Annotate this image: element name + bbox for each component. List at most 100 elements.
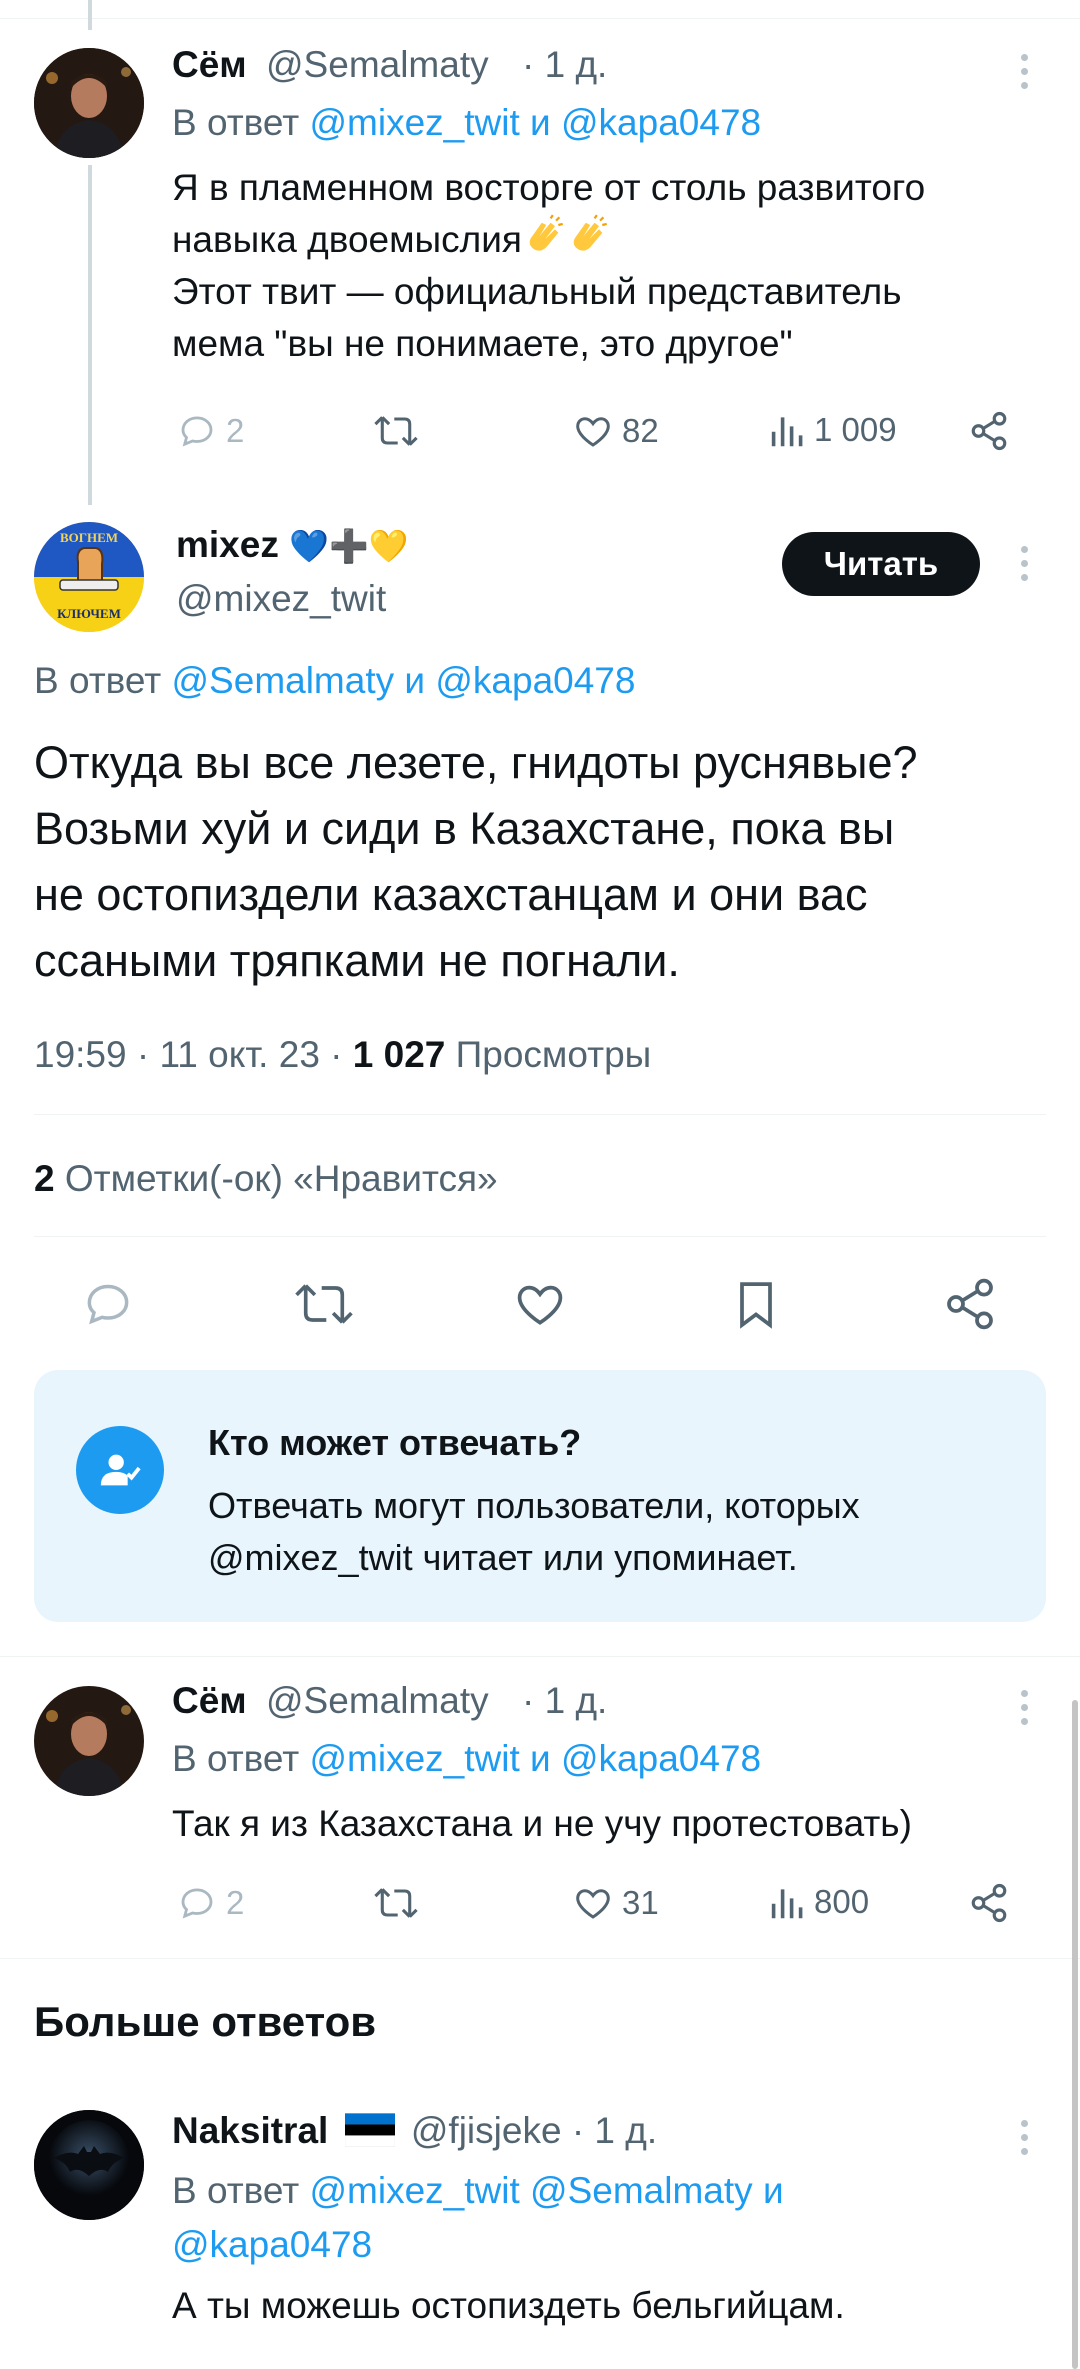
top-divider xyxy=(0,18,1080,19)
avatar[interactable] xyxy=(34,1686,144,1796)
tweet-timestamp[interactable]: 19:59 · 11 окт. 23 · xyxy=(34,1034,343,1075)
likes-count: 2 xyxy=(34,1158,55,1199)
likes-label: Отметки(-ок) «Нравится» xyxy=(64,1158,498,1199)
mention-user-icon xyxy=(76,1426,164,1514)
user-check-glyph xyxy=(100,1454,141,1486)
mention-link[interactable]: @mixez_twit xyxy=(310,2170,520,2211)
post-time: · 1 д. xyxy=(522,44,608,85)
analytics-icon xyxy=(771,1889,803,1919)
avatar-bottom-text: КЛЮЧЕМ xyxy=(57,606,121,621)
avatar-photo xyxy=(34,1686,144,1796)
retweet-button[interactable] xyxy=(372,410,420,452)
more-replies-heading: Больше ответов xyxy=(34,1998,377,2045)
mention-link[interactable]: @kapa0478 xyxy=(435,660,635,701)
divider xyxy=(34,1114,1046,1115)
author-name[interactable]: Naksitral xyxy=(172,2110,328,2151)
tweet-text-line: Откуда вы все лезете, гнидоты руснявые? xyxy=(34,737,918,788)
more-options-icon[interactable] xyxy=(1018,2120,1030,2155)
retweet-icon xyxy=(374,1888,418,1918)
more-options-icon[interactable] xyxy=(1018,546,1030,581)
avatar-top-text: ВОГНЕМ xyxy=(59,530,119,545)
author-handle[interactable]: @Semalmaty xyxy=(266,44,489,86)
post-time: · 1 д. xyxy=(571,2110,658,2151)
mention-link[interactable]: @kapa0478 xyxy=(172,2224,372,2265)
restriction-line: Отвечать могут пользователи, которых xyxy=(208,1485,860,1526)
like-button[interactable]: 31 xyxy=(572,1882,659,1924)
clap-emoji-icon xyxy=(573,214,607,251)
bookmark-icon xyxy=(740,1282,772,1329)
author-name[interactable]: mixez xyxy=(176,524,279,565)
post-text-line: мема "вы не понимаете, это другое" xyxy=(172,323,793,364)
divider xyxy=(0,1656,1080,1657)
retweet-icon xyxy=(295,1284,353,1324)
thread-line-top xyxy=(88,0,92,30)
share-button[interactable] xyxy=(968,410,1010,452)
reply-count: 2 xyxy=(226,1884,245,1921)
mention-link[interactable]: @mixez_twit xyxy=(310,1738,520,1779)
reply-icon xyxy=(87,1284,129,1325)
tweet-text-line: Возьми хуй и сиди в Казахстане, пока вы xyxy=(34,803,895,854)
tweet-text-line: не остопиздели казахстанцам и они вас xyxy=(34,869,868,920)
post-text-line: Так я из Казахстана и не учу протестоват… xyxy=(172,1803,912,1844)
reply-count: 2 xyxy=(226,412,245,449)
more-options-icon[interactable] xyxy=(1018,1690,1030,1725)
reply-prefix: В ответ xyxy=(172,2170,300,2211)
share-button[interactable] xyxy=(968,1882,1010,1924)
reply-button[interactable]: 2 xyxy=(176,410,244,452)
like-button[interactable]: 82 xyxy=(572,410,659,452)
mention-link[interactable]: @Semalmaty xyxy=(530,2170,753,2211)
retweet-button[interactable] xyxy=(372,1882,420,1924)
reply-context: В ответ @Semalmaty и @kapa0478 xyxy=(34,660,635,702)
divider xyxy=(34,1236,1046,1237)
heart-icon xyxy=(576,1889,610,1919)
thread-line xyxy=(88,165,92,505)
reply-context: В ответ @mixez_twit и @kapa0478 xyxy=(172,102,761,144)
share-icon xyxy=(971,1883,1007,1923)
reply-context: В ответ @mixez_twit @Semalmaty и @kapa04… xyxy=(172,2164,784,2272)
clap-emoji-icon xyxy=(529,214,563,251)
more-options-icon[interactable] xyxy=(1018,54,1030,89)
author-handle[interactable]: @Semalmaty xyxy=(266,1680,489,1722)
heart-icon xyxy=(576,417,610,447)
reply-prefix: В ответ xyxy=(34,660,162,701)
avatar[interactable]: ВОГНЕМ КЛЮЧЕМ xyxy=(34,522,144,632)
restriction-description: Отвечать могут пользователи, которых @mi… xyxy=(208,1480,860,1584)
scrollbar[interactable] xyxy=(1072,1700,1078,2369)
avatar[interactable] xyxy=(34,48,144,158)
avatar[interactable] xyxy=(34,2110,144,2220)
post-text-line: Этот твит — официальный представитель xyxy=(172,271,902,312)
mention-link[interactable]: @mixez_twit xyxy=(310,102,520,143)
like-button[interactable] xyxy=(512,1276,568,1337)
heart-icon xyxy=(517,1285,563,1325)
share-button[interactable] xyxy=(942,1276,998,1337)
reply-and: и xyxy=(762,2170,784,2211)
views-button[interactable]: 800 xyxy=(770,1882,869,1922)
author-row: Naksitral @fjisjeke · 1 д. xyxy=(172,2110,657,2152)
author-handle[interactable]: @fjisjeke xyxy=(411,2110,562,2151)
mention-link[interactable]: @Semalmaty xyxy=(172,660,395,701)
reply-button[interactable]: 2 xyxy=(176,1882,244,1924)
like-count: 82 xyxy=(622,412,659,449)
mention-link[interactable]: @kapa0478 xyxy=(561,1738,761,1779)
retweet-button[interactable] xyxy=(292,1276,356,1337)
tweet-body: Откуда вы все лезете, гнидоты руснявые? … xyxy=(34,730,918,994)
reply-restriction-card: Кто может отвечать? Отвечать могут польз… xyxy=(34,1370,1046,1622)
bookmark-button[interactable] xyxy=(728,1276,784,1337)
tweet-text-line: ссаными тряпками не погнали. xyxy=(34,935,680,986)
mention-link[interactable]: @kapa0478 xyxy=(561,102,761,143)
author-name[interactable]: Сём xyxy=(172,44,247,86)
author-handle[interactable]: @mixez_twit xyxy=(176,578,386,620)
avatar-photo xyxy=(34,48,144,158)
views-count: 800 xyxy=(814,1883,870,1920)
reply-button[interactable] xyxy=(80,1276,136,1337)
views-label: Просмотры xyxy=(455,1034,652,1075)
likes-summary[interactable]: 2 Отметки(-ок) «Нравится» xyxy=(34,1158,498,1200)
follow-button[interactable]: Читать xyxy=(782,532,980,596)
restriction-title: Кто может отвечать? xyxy=(208,1422,582,1463)
author-name[interactable]: Сём xyxy=(172,1680,247,1722)
divider xyxy=(0,1958,1080,1959)
reply-context: В ответ @mixez_twit и @kapa0478 xyxy=(172,1738,761,1780)
reply-and: и xyxy=(404,660,426,701)
views-count: 1 027 xyxy=(352,1034,446,1075)
views-button[interactable]: 1 009 xyxy=(770,410,897,450)
